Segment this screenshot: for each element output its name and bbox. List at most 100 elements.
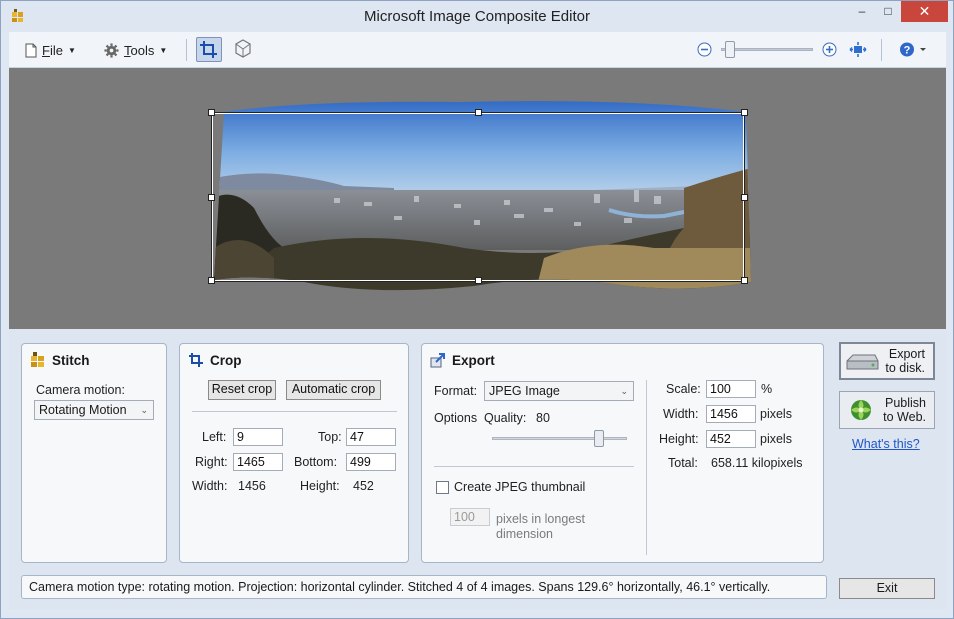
divider [646,380,647,555]
chevron-down-icon: ⌄ [620,386,628,396]
crop-handle-top[interactable] [475,109,482,116]
crop-right-label: Right: [195,455,228,469]
file-menu-label: File [42,42,63,58]
tools-menu-label: Tools [124,42,155,58]
gear-icon [104,42,119,58]
crop-top-input[interactable]: 47 [346,428,396,446]
publish-to-web-button[interactable]: Publish to Web. [839,391,935,429]
file-icon [25,43,37,57]
divider [434,466,634,467]
thumbnail-size-input[interactable]: 100 [450,508,490,526]
divider [192,411,397,412]
format-select[interactable]: JPEG Image ⌄ [484,381,634,401]
export-icon [430,353,445,368]
crop-handle-top-left[interactable] [208,109,215,116]
settings-area: Stitch Camera motion: Rotating Motion ⌄ … [9,329,946,609]
crop-icon [200,41,217,58]
reset-crop-button[interactable]: Reset crop [208,380,276,400]
crop-height-label: Height: [300,479,340,493]
title-bar: Microsoft Image Composite Editor – □ ✕ [1,1,953,32]
export-to-disk-button[interactable]: Export to disk. [839,342,935,380]
crop-top-label: Top: [318,430,342,444]
stitch-icon [31,352,44,367]
help-menu[interactable]: ? [899,41,929,58]
crop-panel: Crop Reset crop Automatic crop Left: 9 T… [179,343,409,563]
crop-right-input[interactable]: 1465 [233,453,283,471]
3d-view-icon[interactable] [233,38,253,60]
crop-handle-left[interactable] [208,194,215,201]
zoom-to-fit-icon[interactable] [849,41,867,58]
zoom-slider-thumb[interactable] [725,41,735,58]
preview-canvas[interactable] [9,68,946,329]
quality-slider-track[interactable] [492,437,627,440]
chevron-down-icon: ▼ [67,45,76,55]
export-panel-header: Export [430,352,495,368]
help-icon: ? [900,42,926,57]
crop-handle-right[interactable] [741,194,748,201]
quality-label: Quality: [484,411,527,425]
crop-panel-header: Crop [188,352,242,368]
chevron-down-icon: ⌄ [140,405,148,415]
window-title: Microsoft Image Composite Editor [364,8,590,25]
minimize-button[interactable]: – [849,1,875,22]
crop-width-value: 1456 [238,479,266,493]
crop-left-input[interactable]: 9 [233,428,283,446]
zoom-out-icon[interactable] [697,42,712,57]
create-thumbnail-label: Create JPEG thumbnail [454,480,586,494]
export-width-input[interactable]: 1456 [706,405,756,423]
crop-mode-button[interactable] [196,37,222,62]
total-value: 658.11 kilopixels [711,456,803,470]
export-panel: Export Format: JPEG Image ⌄ Options Qual… [421,343,824,563]
chevron-down-icon: ▼ [159,45,168,55]
publish-to-web-text: Publish to Web. [880,396,934,424]
crop-height-value: 452 [353,479,374,493]
crop-handle-bottom[interactable] [475,277,482,284]
crop-width-label: Width: [192,479,228,493]
stitch-panel-header: Stitch [30,352,90,368]
export-height-label: Height: [659,432,699,446]
automatic-crop-button[interactable]: Automatic crop [286,380,381,400]
toolbar: File ▼ Tools ▼ ? [9,32,946,68]
crop-handle-bottom-right[interactable] [741,277,748,284]
maximize-button[interactable]: □ [875,1,901,22]
disk-drive-icon [846,354,879,370]
crop-handle-bottom-left[interactable] [208,277,215,284]
camera-motion-label: Camera motion: [36,383,125,397]
publish-web-icon [851,400,871,420]
quality-value: 80 [536,411,550,425]
crop-bottom-label: Bottom: [294,455,338,469]
quality-slider-thumb[interactable] [594,430,604,447]
export-to-disk-text: Export to disk. [881,347,933,375]
format-value: JPEG Image [489,384,560,398]
crop-icon [189,353,203,367]
whats-this-link[interactable]: What's this? [852,437,920,451]
app-window: Microsoft Image Composite Editor – □ ✕ F… [0,0,954,619]
crop-left-label: Left: [202,430,227,444]
options-label: Options [434,411,478,425]
format-label: Format: [434,384,478,398]
svg-text:?: ? [904,45,911,57]
scale-label: Scale: [666,382,701,396]
crop-bottom-input[interactable]: 499 [346,453,396,471]
camera-motion-value: Rotating Motion [39,403,127,417]
file-menu[interactable]: File ▼ [25,40,76,60]
publish-to-web-label-1: Publish [885,396,926,410]
close-button[interactable]: ✕ [901,1,948,22]
export-height-input[interactable]: 452 [706,430,756,448]
total-label: Total: [668,456,698,470]
scale-unit: % [761,382,773,396]
create-thumbnail-checkbox[interactable] [436,481,449,494]
scale-input[interactable]: 100 [706,380,756,398]
tools-menu[interactable]: Tools ▼ [104,40,167,60]
stitch-panel-title: Stitch [52,352,90,368]
crop-handle-top-right[interactable] [741,109,748,116]
camera-motion-select[interactable]: Rotating Motion ⌄ [34,400,154,420]
exit-button[interactable]: Exit [839,578,935,599]
toolbar-divider [881,39,882,61]
thumbnail-size-caption: pixels in longest dimension [496,512,585,541]
export-panel-title: Export [452,352,495,368]
crop-rectangle[interactable] [211,112,745,282]
publish-to-web-label-2: to Web. [883,410,926,424]
zoom-in-icon[interactable] [822,42,837,57]
stitch-panel: Stitch Camera motion: Rotating Motion ⌄ [21,343,167,563]
